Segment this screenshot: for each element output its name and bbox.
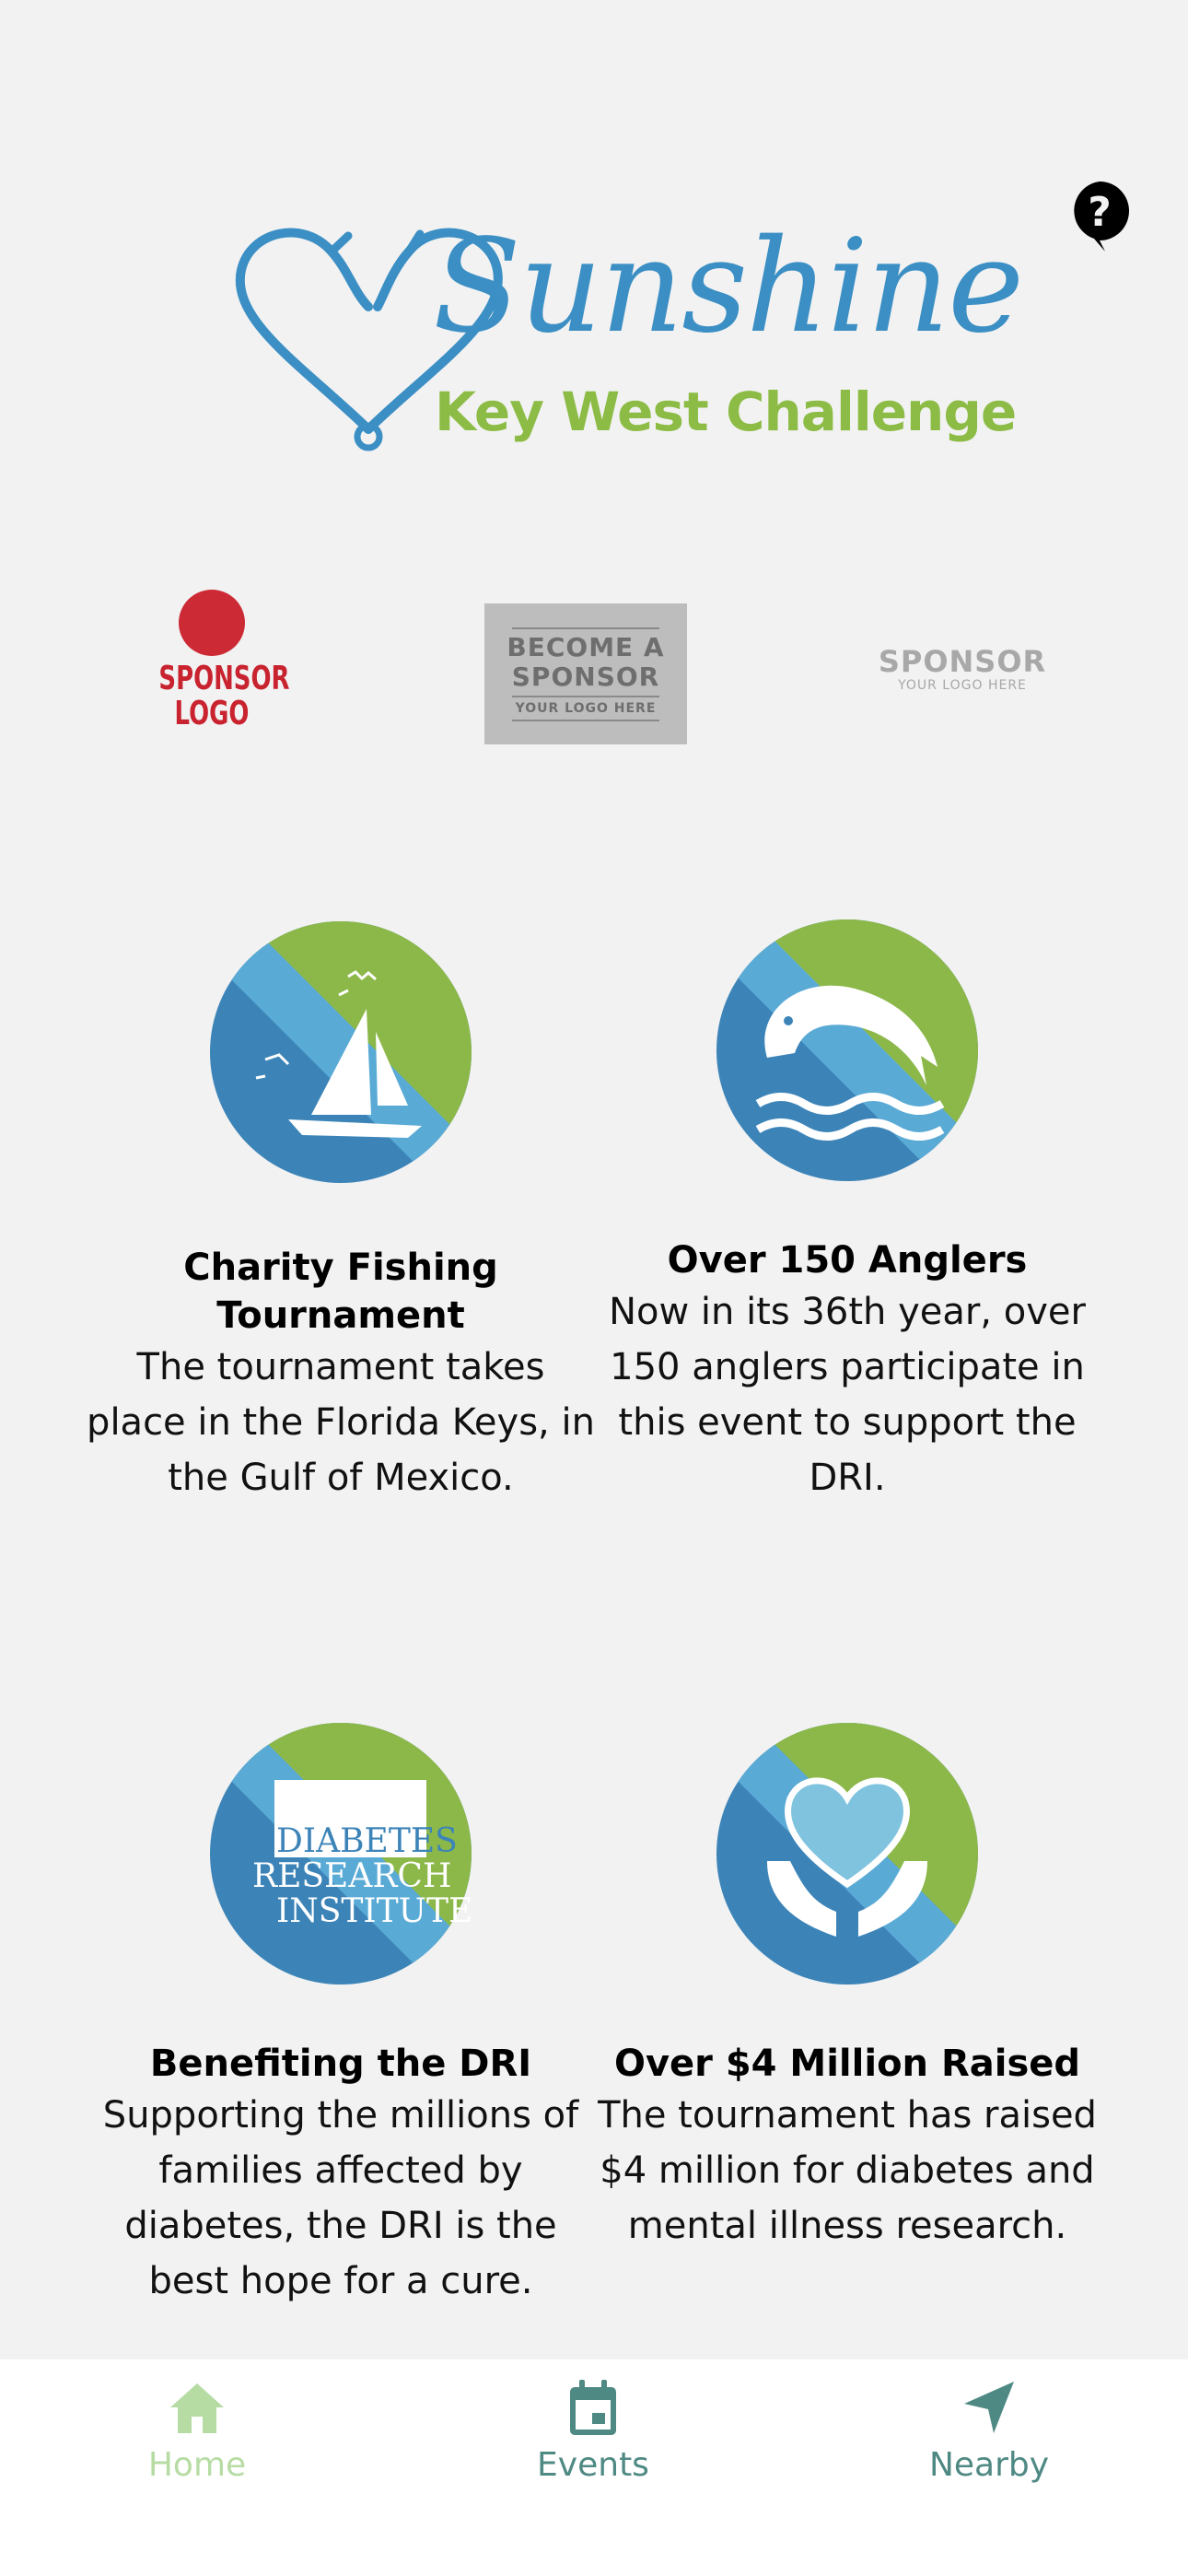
feature-title: Benefiting the DRI xyxy=(149,2043,532,2085)
feature-charity-fishing: Charity Fishing Tournament The tournamen… xyxy=(83,921,599,1505)
sponsor-logo-2[interactable]: BECOME A SPONSOR YOUR LOGO HERE xyxy=(484,603,687,744)
feature-anglers: Over 150 Anglers Now in its 36th year, o… xyxy=(589,919,1105,1505)
sponsor-1-line1: SPONSOR xyxy=(158,660,290,697)
tab-bar: Home Events Nearby xyxy=(0,2359,1188,2576)
tab-label: Home xyxy=(147,2446,247,2484)
sponsor-1-line2: LOGO xyxy=(174,695,250,732)
heart-hands-icon xyxy=(716,1723,978,1985)
feature-description: Supporting the millions of families affe… xyxy=(102,2094,579,2302)
sponsor-3-line2: YOUR LOGO HERE xyxy=(898,678,1027,693)
feature-dri: DIABETES RESEARCH INSTITUTE Benefiting t… xyxy=(83,1723,599,2309)
dri-line2: RESEARCH xyxy=(252,1857,451,1895)
tab-home[interactable]: Home xyxy=(77,2376,317,2484)
divider xyxy=(512,695,659,697)
dri-line3: INSTITUTE xyxy=(276,1892,472,1930)
feature-description: Now in its 36th year, over 150 anglers p… xyxy=(609,1291,1086,1499)
fish-icon xyxy=(716,919,978,1181)
sailboat-icon xyxy=(210,921,472,1183)
sponsor-logo-3[interactable]: SPONSOR YOUR LOGO HERE xyxy=(856,645,1068,693)
sponsor-2-line3: YOUR LOGO HERE xyxy=(515,700,657,716)
svg-text:?: ? xyxy=(1088,189,1112,236)
feature-raised: Over $4 Million Raised The tournament ha… xyxy=(589,1723,1105,2254)
feature-title: Over 150 Anglers xyxy=(667,1239,1028,1282)
divider xyxy=(512,719,659,721)
tab-label: Events xyxy=(537,2446,649,2484)
tab-nearby[interactable]: Nearby xyxy=(869,2376,1109,2484)
feature-description: The tournament has raised $4 million for… xyxy=(598,2094,1097,2247)
sponsor-2-line1: BECOME A xyxy=(507,631,665,662)
sponsor-logo-1[interactable]: SPONSOR LOGO xyxy=(138,590,290,737)
calendar-icon xyxy=(570,2380,616,2435)
home-icon xyxy=(170,2383,224,2433)
brand-title: Sunshine xyxy=(433,212,1024,362)
dri-line1: DIABETES xyxy=(276,1822,458,1860)
feature-title: Over $4 Million Raised xyxy=(613,2043,1081,2085)
location-arrow-icon xyxy=(964,2382,1014,2433)
feature-title: Charity Fishing Tournament xyxy=(183,1247,498,1337)
sponsor-2-line2: SPONSOR xyxy=(511,661,660,692)
dri-logo-icon: DIABETES RESEARCH INSTITUTE xyxy=(210,1723,472,1985)
help-button[interactable]: ? xyxy=(1068,180,1131,253)
brand-subtitle: Key West Challenge xyxy=(435,381,1017,443)
tab-events[interactable]: Events xyxy=(473,2376,713,2484)
tab-label: Nearby xyxy=(928,2446,1050,2484)
feature-description: The tournament takes place in the Florid… xyxy=(87,1346,595,1499)
sponsor-dot xyxy=(179,590,245,656)
question-bubble-icon: ? xyxy=(1074,181,1129,252)
divider xyxy=(512,626,659,629)
sponsor-3-line1: SPONSOR xyxy=(878,644,1047,679)
